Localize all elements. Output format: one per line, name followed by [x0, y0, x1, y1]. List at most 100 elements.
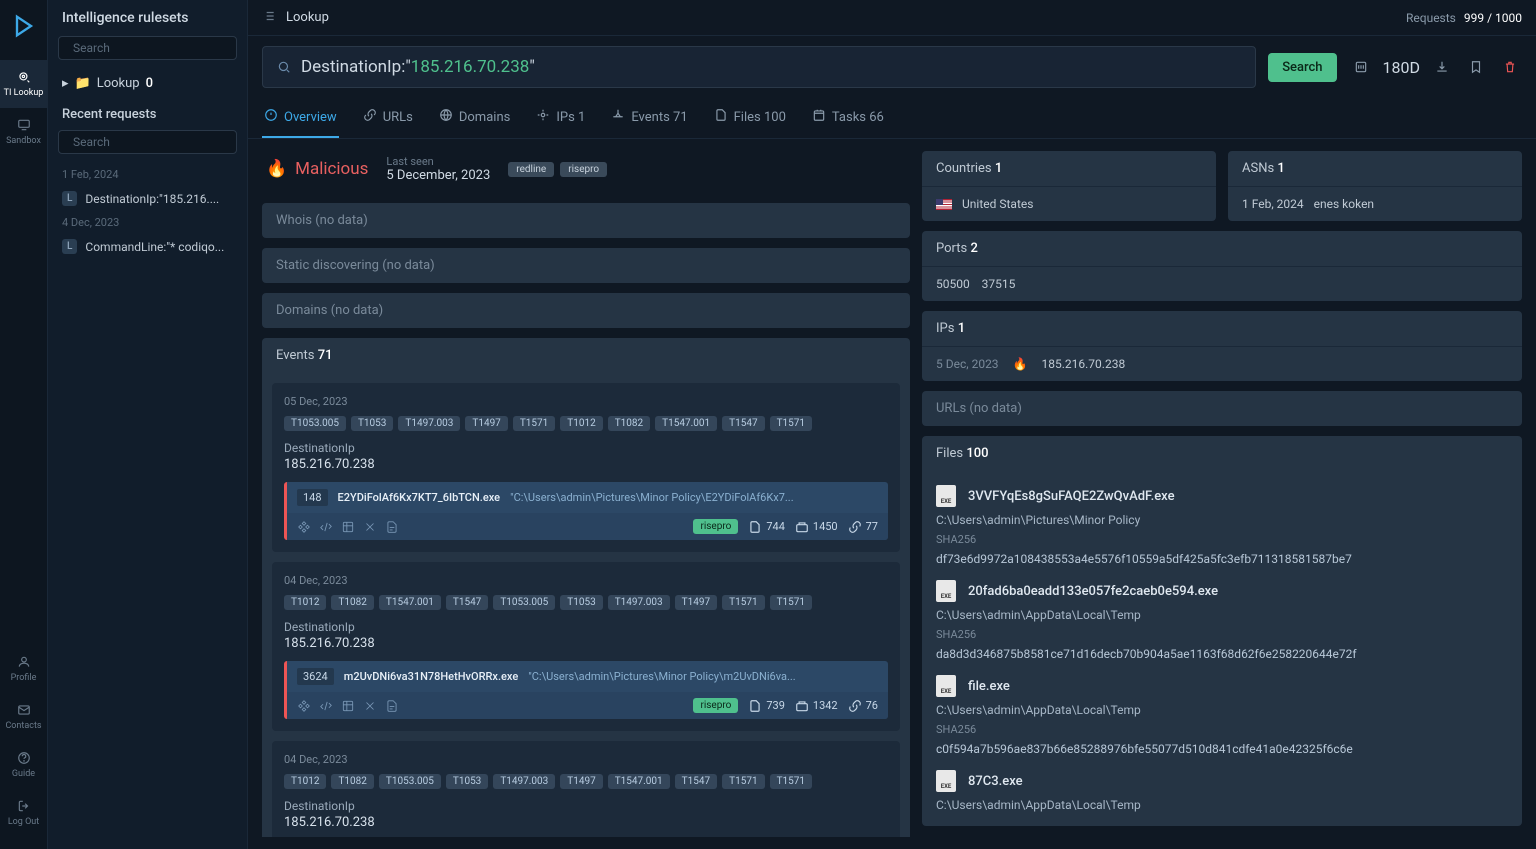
recent-item[interactable]: LCommandLine:"* codiqo...: [58, 233, 237, 260]
file-exe-icon: EXE: [936, 485, 956, 507]
file-exe-icon: EXE: [936, 580, 956, 602]
nav-sandbox[interactable]: Sandbox: [0, 108, 48, 156]
ruleset-search-input[interactable]: [73, 41, 229, 55]
json-icon[interactable]: [1349, 55, 1373, 79]
brand-logo: [10, 12, 38, 40]
ttp-tag[interactable]: T1082: [331, 774, 373, 789]
ports-panel: Ports 2 50500 37515: [922, 231, 1522, 301]
event-card[interactable]: 04 Dec, 2023T1012T1082T1053.005T1053T149…: [272, 741, 900, 837]
search-button[interactable]: Search: [1268, 53, 1336, 82]
tab-ips[interactable]: IPs 1: [534, 98, 587, 138]
ttp-tag[interactable]: T1082: [331, 595, 373, 610]
ttp-tag[interactable]: T1012: [560, 416, 602, 431]
asns-panel: ASNs 1 1 Feb, 2024enes koken: [1228, 151, 1522, 221]
events-panel: Events 71 05 Dec, 2023T1053.005T1053T149…: [262, 338, 910, 837]
tag-pill[interactable]: risepro: [560, 162, 607, 177]
stat: 76: [848, 699, 878, 713]
stat: 77: [848, 520, 878, 534]
ttp-tag[interactable]: T1547.001: [608, 774, 670, 789]
ttp-tag[interactable]: T1497: [465, 416, 507, 431]
event-card[interactable]: 04 Dec, 2023T1012T1082T1547.001T1547T105…: [272, 562, 900, 731]
folder-lookup[interactable]: ▸ 📁 Lookup 0: [58, 70, 237, 97]
ttp-tag[interactable]: T1547: [446, 595, 488, 610]
recent-search-input[interactable]: [73, 135, 229, 149]
file-card[interactable]: EXE3VVFYqEs8gSuFAQE2ZwQvAdF.exeC:\Users\…: [936, 485, 1508, 566]
query-input[interactable]: DestinationIp:"185.216.70.238": [262, 46, 1256, 88]
recent-search[interactable]: [58, 130, 237, 154]
ttp-tag[interactable]: T1571: [770, 416, 812, 431]
ttp-tag[interactable]: T1082: [608, 416, 650, 431]
file-card[interactable]: EXE87C3.exeC:\Users\admin\AppData\Local\…: [936, 770, 1508, 812]
tabs: Overview URLs Domains IPs 1 Events 71 Files 1…: [248, 98, 1536, 139]
ttp-tag[interactable]: T1012: [284, 774, 326, 789]
nav-logout[interactable]: Log Out: [0, 789, 48, 837]
malware-tag: risepro: [693, 519, 738, 534]
domains-panel[interactable]: Domains (no data): [262, 293, 910, 328]
ttp-tag[interactable]: T1053: [560, 595, 602, 610]
ruleset-search[interactable]: [58, 36, 237, 60]
files-panel: Files 100 EXE3VVFYqEs8gSuFAQE2ZwQvAdF.ex…: [922, 436, 1522, 826]
folder-icon: 📁: [75, 76, 91, 91]
countries-panel: Countries 1 United States: [922, 151, 1216, 221]
tab-events[interactable]: Events 71: [609, 98, 689, 138]
ttp-tag[interactable]: T1547: [675, 774, 717, 789]
static-panel[interactable]: Static discovering (no data): [262, 248, 910, 283]
download-icon[interactable]: [1430, 55, 1454, 79]
whois-panel[interactable]: Whois (no data): [262, 203, 910, 238]
ttp-tag[interactable]: T1053.005: [284, 416, 346, 431]
ttp-tag[interactable]: T1497: [675, 595, 717, 610]
ttp-tag[interactable]: T1547: [722, 416, 764, 431]
event-card[interactable]: 05 Dec, 2023T1053.005T1053T1497.003T1497…: [272, 383, 900, 552]
delete-icon[interactable]: [1498, 55, 1522, 79]
ttp-tag[interactable]: T1053.005: [379, 774, 441, 789]
nav-ti-lookup[interactable]: TI Lookup: [0, 60, 48, 108]
tab-domains[interactable]: Domains: [437, 98, 512, 138]
date-range[interactable]: 180D: [1383, 58, 1420, 77]
process-icons: [297, 699, 399, 713]
list-icon: [262, 9, 276, 27]
ttp-tag[interactable]: T1053.005: [493, 595, 555, 610]
file-exe-icon: EXE: [936, 675, 956, 697]
nav-guide[interactable]: Guide: [0, 741, 48, 789]
ttp-tag[interactable]: T1571: [513, 416, 555, 431]
ttp-tag[interactable]: T1571: [770, 774, 812, 789]
ttp-tag[interactable]: T1053: [446, 774, 488, 789]
badge: L: [62, 239, 77, 254]
ttp-tag[interactable]: T1497.003: [493, 774, 555, 789]
tag-pill[interactable]: redline: [508, 162, 554, 177]
process-block[interactable]: 3624m2UvDNi6va31N78HetHvORRx.exe"C:\User…: [284, 661, 888, 719]
tab-icon: [264, 108, 278, 126]
ttp-tag[interactable]: T1547.001: [655, 416, 717, 431]
tab-overview[interactable]: Overview: [262, 98, 339, 138]
file-card[interactable]: EXEfile.exeC:\Users\admin\AppData\Local\…: [936, 675, 1508, 756]
tab-icon: [714, 108, 728, 126]
tab-files[interactable]: Files 100: [712, 98, 788, 138]
stat: 744: [748, 520, 785, 534]
ttp-tag[interactable]: T1497: [560, 774, 602, 789]
date-group: 1 Feb, 2024: [58, 164, 237, 185]
page-title: Lookup: [286, 10, 1396, 25]
file-card[interactable]: EXE20fad6ba0eadd133e057fe2caeb0e594.exeC…: [936, 580, 1508, 661]
tab-tasks[interactable]: Tasks 66: [810, 98, 886, 138]
nav-rail: TI Lookup Sandbox Profile Contacts Guide…: [0, 0, 48, 849]
pid: 148: [297, 489, 328, 506]
nav-contacts[interactable]: Contacts: [0, 693, 48, 741]
tab-icon: [812, 108, 826, 126]
ttp-tag[interactable]: T1571: [770, 595, 812, 610]
ttp-tag[interactable]: T1571: [722, 595, 764, 610]
flame-icon: 🔥: [1013, 357, 1028, 371]
urls-panel[interactable]: URLs (no data): [922, 391, 1522, 426]
process-block[interactable]: 148E2YDiFolAf6Kx7KT7_6IbTCN.exe"C:\Users…: [284, 482, 888, 540]
ttp-tag[interactable]: T1571: [722, 774, 764, 789]
ttp-tag[interactable]: T1497.003: [398, 416, 460, 431]
bookmark-icon[interactable]: [1464, 55, 1488, 79]
ttp-tag[interactable]: T1053: [351, 416, 393, 431]
caret-icon: ▸: [62, 76, 69, 91]
ttp-tag[interactable]: T1497.003: [608, 595, 670, 610]
recent-item[interactable]: LDestinationIp:"185.216....: [58, 185, 237, 212]
ttp-tag[interactable]: T1547.001: [379, 595, 441, 610]
query-bar: DestinationIp:"185.216.70.238" Search 18…: [248, 36, 1536, 98]
ttp-tag[interactable]: T1012: [284, 595, 326, 610]
tab-urls[interactable]: URLs: [361, 98, 415, 138]
nav-profile[interactable]: Profile: [0, 645, 48, 693]
